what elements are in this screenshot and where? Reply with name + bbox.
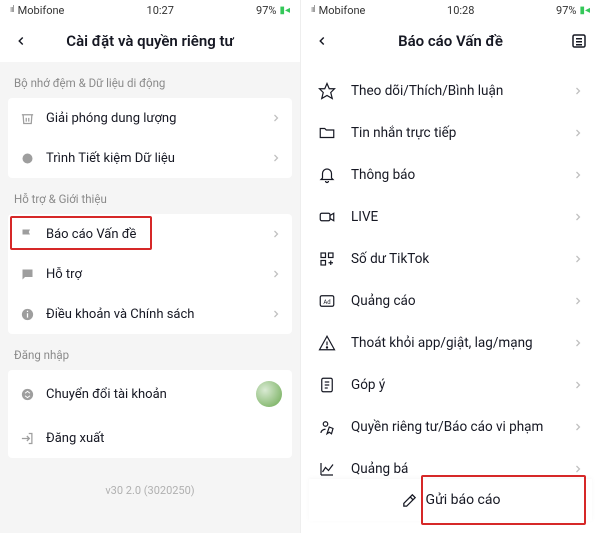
back-button[interactable]: [311, 30, 333, 52]
row-free-space[interactable]: Giải phóng dung lượng: [8, 98, 292, 138]
status-bar: ııl Mobifone 10:28 97% ▮◂: [301, 0, 600, 20]
row-notification[interactable]: Thông báo: [301, 154, 600, 196]
logout-icon: [18, 429, 36, 447]
edit-icon: [401, 492, 418, 509]
row-label: Quyền riêng tư/Báo cáo vi phạm: [351, 419, 558, 435]
section-login: Chuyển đổi tài khoản Đăng xuất: [8, 370, 292, 458]
carrier-label: Mobifone: [319, 4, 366, 17]
section-cache: Giải phóng dung lượng Trình Tiết kiệm Dữ…: [8, 98, 292, 178]
data-saver-icon: [18, 149, 36, 167]
row-label: Thông báo: [351, 167, 558, 183]
trash-icon: [18, 109, 36, 127]
folder-icon: [317, 123, 337, 143]
row-report-issue[interactable]: Báo cáo Vấn đề: [8, 214, 292, 254]
row-label: Theo dõi/Thích/Bình luận: [351, 83, 558, 99]
back-button[interactable]: [10, 30, 32, 52]
chevron-right-icon: [572, 295, 584, 307]
chat-icon: [18, 265, 36, 283]
svg-text:Ad: Ad: [323, 299, 330, 306]
page-title: Cài đặt và quyền riêng tư: [0, 32, 300, 50]
row-crash[interactable]: Thoát khỏi app/giật, lag/mạng: [301, 322, 600, 364]
chevron-right-icon: [572, 379, 584, 391]
row-label: Đăng xuất: [46, 431, 282, 446]
chevron-right-icon: [572, 421, 584, 433]
row-label: Điều khoản và Chính sách: [46, 307, 260, 322]
flag-icon: [18, 225, 36, 243]
row-switch-account[interactable]: Chuyển đổi tài khoản: [8, 370, 292, 418]
row-label: Thoát khỏi app/giật, lag/mạng: [351, 335, 558, 351]
row-label: LIVE: [351, 209, 558, 225]
ad-icon: Ad: [317, 291, 337, 311]
bell-icon: [317, 165, 337, 185]
section-label-cache: Bộ nhớ đệm & Dữ liệu di động: [0, 62, 300, 98]
send-report-button[interactable]: Gửi báo cáo: [309, 479, 592, 521]
row-label: Giải phóng dung lượng: [46, 111, 260, 126]
section-label-login: Đăng nhập: [0, 334, 300, 370]
row-label: Số dư TikTok: [351, 251, 558, 267]
settings-screen: ııl Mobifone 10:27 97% ▮◂ Cài đặt và quy…: [0, 0, 300, 533]
row-live[interactable]: LIVE: [301, 196, 600, 238]
row-label: Tin nhắn trực tiếp: [351, 125, 558, 141]
note-icon: [317, 375, 337, 395]
chart-icon: [317, 459, 337, 479]
row-label: Báo cáo Vấn đề: [46, 227, 260, 242]
chevron-right-icon: [572, 211, 584, 223]
chevron-right-icon: [270, 152, 282, 164]
user-shield-icon: [317, 417, 337, 437]
row-help[interactable]: Hỗ trợ: [8, 254, 292, 294]
carrier-label: Mobifone: [18, 4, 65, 17]
report-screen: ııl Mobifone 10:28 97% ▮◂ Báo cáo Vấn đề…: [300, 0, 600, 533]
chevron-right-icon: [270, 112, 282, 124]
row-label: Trình Tiết kiệm Dữ liệu: [46, 151, 260, 166]
category-list: Theo dõi/Thích/Bình luận Tin nhắn trực t…: [301, 62, 600, 490]
battery-percent: 97%: [556, 4, 576, 17]
info-icon: [18, 305, 36, 323]
star-icon: [317, 81, 337, 101]
row-label: Góp ý: [351, 377, 558, 393]
row-feedback[interactable]: Góp ý: [301, 364, 600, 406]
clock: 10:28: [447, 4, 474, 17]
video-icon: [317, 207, 337, 227]
status-bar: ııl Mobifone 10:27 97% ▮◂: [0, 0, 300, 20]
signal-icon: ııl: [311, 5, 315, 15]
chevron-right-icon: [572, 337, 584, 349]
battery-percent: 97%: [256, 4, 276, 17]
row-label: Chuyển đổi tài khoản: [46, 387, 246, 402]
header: Cài đặt và quyền riêng tư: [0, 20, 300, 62]
battery-icon: ▮◂: [579, 5, 590, 16]
chevron-right-icon: [270, 268, 282, 280]
row-privacy[interactable]: Quyền riêng tư/Báo cáo vi phạm: [301, 406, 600, 448]
section-support: Báo cáo Vấn đề Hỗ trợ Điều khoản và Chín…: [8, 214, 292, 334]
battery-icon: ▮◂: [279, 5, 290, 16]
signal-icon: ııl: [10, 5, 14, 15]
version-label: v30 2.0 (3020250): [0, 484, 300, 497]
chevron-right-icon: [572, 127, 584, 139]
page-title: Báo cáo Vấn đề: [301, 32, 600, 50]
warning-icon: [317, 333, 337, 353]
row-ads[interactable]: Ad Quảng cáo: [301, 280, 600, 322]
row-balance[interactable]: Số dư TikTok: [301, 238, 600, 280]
list-button[interactable]: [568, 30, 590, 52]
switch-icon: [18, 385, 36, 403]
row-label: Quảng bá: [351, 461, 558, 477]
avatar: [256, 381, 282, 407]
row-label: Quảng cáo: [351, 293, 558, 309]
send-label: Gửi báo cáo: [426, 492, 501, 508]
chevron-right-icon: [572, 463, 584, 475]
row-terms[interactable]: Điều khoản và Chính sách: [8, 294, 292, 334]
chevron-right-icon: [572, 85, 584, 97]
section-label-support: Hỗ trợ & Giới thiệu: [0, 178, 300, 214]
row-follow-like[interactable]: Theo dõi/Thích/Bình luận: [301, 70, 600, 112]
clock: 10:27: [147, 4, 174, 17]
row-dm[interactable]: Tin nhắn trực tiếp: [301, 112, 600, 154]
row-data-saver[interactable]: Trình Tiết kiệm Dữ liệu: [8, 138, 292, 178]
chevron-right-icon: [270, 228, 282, 240]
row-logout[interactable]: Đăng xuất: [8, 418, 292, 458]
chevron-right-icon: [572, 253, 584, 265]
grid-icon: [317, 249, 337, 269]
chevron-right-icon: [270, 308, 282, 320]
header: Báo cáo Vấn đề: [301, 20, 600, 62]
row-label: Hỗ trợ: [46, 267, 260, 282]
chevron-right-icon: [572, 169, 584, 181]
